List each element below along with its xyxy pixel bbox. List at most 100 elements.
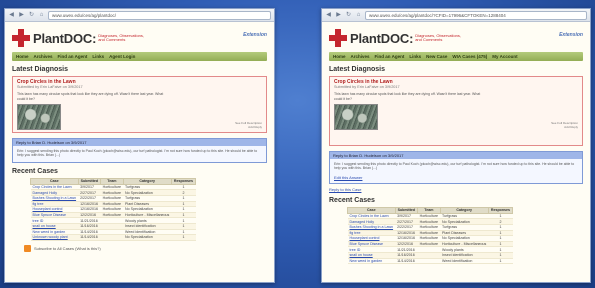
nav-find-agent[interactable]: Find an Agent (58, 54, 88, 59)
nav-new-case[interactable]: New Case (426, 54, 447, 59)
lawn-photo[interactable] (17, 104, 61, 130)
partner-logo[interactable]: Extension (559, 32, 583, 38)
rss-icon[interactable] (24, 244, 31, 252)
nav-agent-login[interactable]: Agent Login (109, 54, 135, 59)
reply-header: Reply to Brian D. Hudelson on 3/9/2017 (330, 152, 582, 159)
nav-my-account[interactable]: My Account (492, 54, 517, 59)
team (417, 258, 441, 265)
reply-body: Erin: I suggest sending this photo direc… (17, 149, 258, 158)
add-reply-link[interactable]: Add Reply (551, 125, 578, 130)
category: Weed identification (440, 258, 489, 265)
site-header: PlantDOC: Diagnoses, Observations, and C… (12, 24, 267, 52)
submitted-date: 11/14/2016 (395, 258, 418, 265)
submitted-date: 11/21/2016 (78, 217, 101, 224)
submitted-date: 11/16/2016 (395, 252, 418, 259)
post-submitted: Submitted by Erin LaFaive on 3/9/2017 (17, 85, 83, 89)
team: Horticulture (100, 184, 124, 191)
add-reply-link[interactable]: Add Reply (235, 125, 262, 130)
nav-home[interactable]: Home (333, 54, 346, 59)
forward-icon[interactable]: ▶ (18, 12, 25, 19)
site-tagline: Diagnoses, Observations, and Comments (98, 32, 145, 42)
diagnosis-post: Crop Circles in the Lawn Submitted by Er… (12, 76, 267, 133)
browser-toolbar: ◀ ▶ ↻ ⌂ www.uwex.edu/ces/ag/plantdoc/?CF… (322, 9, 590, 22)
case-link[interactable]: Bushes Shooting in a Lawn (347, 224, 396, 231)
case-link[interactable]: Bushes Shooting in a Lawn (30, 195, 79, 202)
back-icon[interactable]: ◀ (8, 12, 15, 19)
nav-archives[interactable]: Archives (351, 54, 370, 59)
address-bar[interactable]: www.uwex.edu/ces/ag/plantdoc/ (48, 10, 271, 20)
home-icon[interactable]: ⌂ (38, 12, 45, 19)
team: Horticulture (100, 206, 124, 213)
category: No Specialization (123, 234, 172, 241)
latest-diagnosis-heading: Latest Diagnosis (329, 66, 386, 73)
partner-logo[interactable]: Extension (243, 32, 267, 38)
case-link[interactable]: New weed in garden (347, 258, 396, 265)
page-content: PlantDOC: Diagnoses, Observations, and C… (5, 22, 274, 282)
team: Horticulture (417, 230, 441, 237)
recent-cases-heading: Recent Cases (329, 196, 375, 204)
submitted-date: 11/21/2016 (395, 246, 418, 253)
diagnosis-post: Crop Circles in the Lawn Submitted by Er… (329, 76, 583, 146)
reply-box: Reply to Brian D. Hudelson on 3/9/2017 E… (329, 151, 583, 184)
case-link[interactable]: Crop Circles in the Lawn (30, 184, 79, 191)
team: Horticulture (417, 213, 441, 220)
plantdoc-cross-logo-icon[interactable] (329, 29, 347, 47)
team: Horticulture (417, 241, 441, 248)
page-content: PlantDOC: Diagnoses, Observations, and C… (322, 22, 590, 282)
reply-body: Erin: I suggest sending this photo direc… (334, 162, 575, 171)
refresh-icon[interactable]: ↻ (345, 12, 352, 19)
site-name[interactable]: PlantDOC: (33, 31, 96, 46)
team: Horticulture (417, 218, 441, 225)
reply-to-case-link[interactable]: Reply to this Case (329, 187, 583, 192)
nav-archives[interactable]: Archives (34, 54, 53, 59)
post-text: This lawn has many circular spots that l… (17, 92, 164, 101)
browser-toolbar: ◀ ▶ ↻ ⌂ www.uwex.edu/ces/ag/plantdoc/ (5, 9, 274, 22)
site-name[interactable]: PlantDOC: (350, 31, 413, 46)
table-row[interactable]: Unknown woody plant 11/14/2016 No Speciali… (30, 234, 196, 241)
home-icon[interactable]: ⌂ (355, 12, 362, 19)
latest-diagnosis-heading: Latest Diagnosis (12, 66, 69, 73)
edit-answer-link[interactable]: Edit this Answer (334, 175, 582, 180)
submitted-date: 12/16/2016 (395, 230, 418, 237)
post-text: This lawn has many circular spots that l… (334, 92, 481, 101)
main-nav: Home Archives Find an Agent Links Agent … (12, 52, 267, 61)
site-header: PlantDOC: Diagnoses, Observations, and C… (329, 24, 583, 52)
submitted-date: 12/16/2016 (78, 201, 101, 208)
team: Horticulture (417, 235, 441, 242)
submitted-date: 11/16/2016 (78, 223, 101, 230)
team: Horticulture (100, 195, 124, 202)
nav-find-agent[interactable]: Find an Agent (375, 54, 405, 59)
main-nav: Home Archives Find an Agent Links New Ca… (329, 52, 583, 61)
team: Horticulture (100, 189, 124, 196)
table-row[interactable]: New weed in garden 11/14/2016 Weed identif… (347, 258, 513, 265)
submitted-date: 11/14/2016 (78, 229, 101, 236)
rss-subscribe[interactable]: Subscribe to All Cases (What is this?) (24, 244, 267, 252)
post-submitted: Submitted by Erin LaFaive on 3/9/2017 (334, 85, 400, 89)
browser-window-left: ◀ ▶ ↻ ⌂ www.uwex.edu/ces/ag/plantdoc/ Pl… (4, 8, 275, 283)
nav-links[interactable]: Links (92, 54, 104, 59)
case-link[interactable]: Crop Circles in the Lawn (347, 213, 396, 220)
responses-count: 1 (171, 234, 196, 241)
team: Horticulture (417, 224, 441, 231)
forward-icon[interactable]: ▶ (335, 12, 342, 19)
nav-wia-cases[interactable]: WIA Cases (475) (452, 54, 487, 59)
submitted-date: 12/16/2016 (395, 235, 418, 242)
nav-links[interactable]: Links (409, 54, 421, 59)
address-bar[interactable]: www.uwex.edu/ces/ag/plantdoc/?CFID=17996… (365, 10, 587, 20)
team: Horticulture (100, 212, 124, 219)
recent-cases-heading: Recent Cases (12, 167, 58, 175)
plantdoc-cross-logo-icon[interactable] (12, 29, 30, 47)
nav-home[interactable]: Home (16, 54, 29, 59)
lawn-photo[interactable] (334, 104, 378, 130)
reply-header: Reply to Brian D. Hudelson on 3/9/2017 (13, 139, 266, 146)
refresh-icon[interactable]: ↻ (28, 12, 35, 19)
site-tagline: Diagnoses, Observations, and Comments (415, 32, 462, 42)
team: Horticulture (100, 201, 124, 208)
recent-cases-table: Case Submitted Team Category Responses C… (30, 177, 197, 241)
recent-cases-table: Case Submitted Team Category Responses C… (347, 206, 514, 265)
team (100, 234, 124, 241)
reply-box: Reply to Brian D. Hudelson on 3/9/2017 E… (12, 138, 267, 163)
back-icon[interactable]: ◀ (325, 12, 332, 19)
rss-label[interactable]: Subscribe to All Cases (What is this?) (34, 246, 101, 251)
case-link[interactable]: Unknown woody plant (30, 234, 79, 241)
